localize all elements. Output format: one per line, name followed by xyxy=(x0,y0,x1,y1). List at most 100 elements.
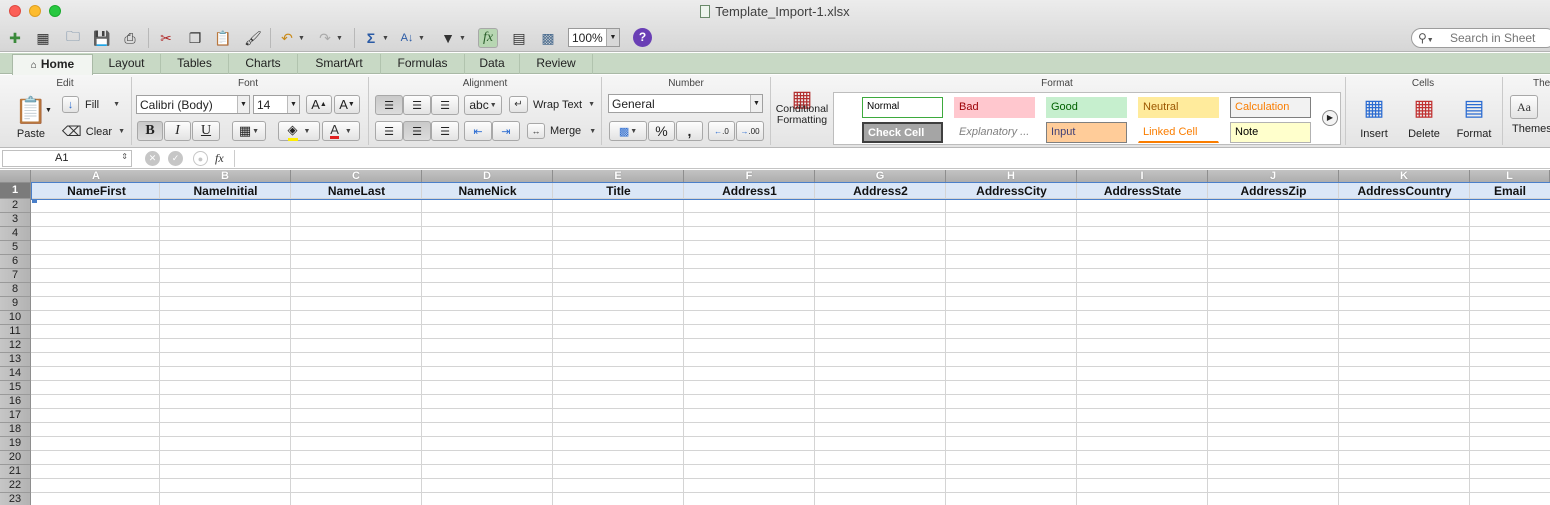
format-cells-button[interactable]: ▤ Format xyxy=(1450,95,1498,140)
underline-button[interactable]: U xyxy=(192,121,220,141)
tab-data[interactable]: Data xyxy=(465,54,520,74)
row-header-20[interactable]: 20 xyxy=(0,451,31,465)
row-header-10[interactable]: 10 xyxy=(0,311,31,325)
align-bottom-button[interactable]: ☰ xyxy=(431,95,459,115)
fill-color-button[interactable]: ◈ ▼ xyxy=(278,121,320,141)
cell-style-check-cell[interactable]: Check Cell xyxy=(862,122,943,143)
tab-review[interactable]: Review xyxy=(520,54,593,74)
spreadsheet-grid[interactable]: ABCDEFGHIJKL 1 2 3 4 5 6 7 8 9 10 11 12 13 14 15 16 17 18… xyxy=(0,170,1550,505)
cell-style-normal[interactable]: Normal xyxy=(862,97,943,118)
tab-home[interactable]: ⌂ Home xyxy=(12,54,93,75)
gallery-scroll-button[interactable]: ▶ xyxy=(1322,110,1338,126)
save-button[interactable]: 💾 xyxy=(92,27,112,49)
paste-toolbar-button[interactable]: 📋 xyxy=(213,27,233,49)
row-header-6[interactable]: 6 xyxy=(0,255,31,269)
paste-button[interactable]: 📋 Paste xyxy=(10,95,52,140)
row-header-17[interactable]: 17 xyxy=(0,409,31,423)
increase-indent-button[interactable]: ⇥ xyxy=(492,121,520,141)
row-header-14[interactable]: 14 xyxy=(0,367,31,381)
tab-layout[interactable]: Layout xyxy=(93,54,161,74)
undo-button[interactable]: ↶ ▼ xyxy=(277,27,305,49)
copy-button[interactable]: ❐ xyxy=(185,27,205,49)
orientation-button[interactable]: abc ▼ xyxy=(464,95,502,115)
bold-button[interactable]: B xyxy=(137,121,163,141)
align-right-button[interactable]: ☰ xyxy=(431,121,459,141)
comma-style-button[interactable]: , xyxy=(676,121,703,141)
borders-button[interactable]: ▦ ▼ xyxy=(232,121,266,141)
print-button[interactable]: ⎙ xyxy=(120,27,140,49)
cell-style-input[interactable]: Input xyxy=(1046,122,1127,143)
font-name-select[interactable]: Calibri (Body) ▼ xyxy=(136,95,250,114)
accept-formula-button[interactable]: ✓ xyxy=(168,151,183,166)
zoom-select[interactable]: 100% ▼ xyxy=(568,28,620,47)
sort-button[interactable]: A↓ ▼ xyxy=(397,27,425,49)
new-workbook-button[interactable]: ✚ xyxy=(5,27,25,49)
formula-palette-button[interactable]: ● xyxy=(193,151,208,166)
formula-builder-button[interactable]: fx xyxy=(478,27,498,49)
row-header-21[interactable]: 21 xyxy=(0,465,31,479)
cancel-formula-button[interactable]: ✕ xyxy=(145,151,160,166)
format-painter-button[interactable]: 🖌 xyxy=(243,27,263,49)
autosum-button[interactable]: Σ ▼ xyxy=(361,27,389,49)
row-header-3[interactable]: 3 xyxy=(0,213,31,227)
name-box[interactable]: A1 ⇕ xyxy=(2,150,132,167)
row-header-4[interactable]: 4 xyxy=(0,227,31,241)
fill-button[interactable]: ↓ Fill ▼ xyxy=(62,96,120,113)
tab-charts[interactable]: Charts xyxy=(229,54,298,74)
row-header-11[interactable]: 11 xyxy=(0,325,31,339)
row-header-18[interactable]: 18 xyxy=(0,423,31,437)
row-header-23[interactable]: 23 xyxy=(0,493,31,505)
media-browser-button[interactable]: ▩ xyxy=(538,27,558,49)
tab-smartart[interactable]: SmartArt xyxy=(298,54,381,74)
delete-cells-button[interactable]: ▦ Delete xyxy=(1400,95,1448,140)
show-formatting-palette-button[interactable]: ▤ xyxy=(509,27,529,49)
font-color-button[interactable]: A ▼ xyxy=(322,121,360,141)
increase-decimal-button[interactable]: ← .0 xyxy=(708,121,735,141)
align-middle-button[interactable]: ☰ xyxy=(403,95,431,115)
cell-style-explanatory[interactable]: Explanatory ... xyxy=(954,122,1035,143)
cell-style-good[interactable]: Good xyxy=(1046,97,1127,118)
font-size-select[interactable]: 14 ▼ xyxy=(253,95,300,114)
merge-button[interactable]: ↔ Merge ▼ xyxy=(527,123,596,139)
row-header-19[interactable]: 19 xyxy=(0,437,31,451)
conditional-formatting-button[interactable]: ▦ Conditional Formatting xyxy=(772,88,832,126)
cell-style-bad[interactable]: Bad xyxy=(954,97,1035,118)
row-header-13[interactable]: 13 xyxy=(0,353,31,367)
row-header-12[interactable]: 12 xyxy=(0,339,31,353)
tab-formulas[interactable]: Formulas xyxy=(381,54,465,74)
redo-button[interactable]: ↷ ▼ xyxy=(315,27,343,49)
filter-button[interactable]: ▼ ▼ xyxy=(438,27,466,49)
fx-icon[interactable]: fx xyxy=(215,151,224,166)
row-header-15[interactable]: 15 xyxy=(0,381,31,395)
decrease-decimal-button[interactable]: → .00 xyxy=(736,121,764,141)
decrease-indent-button[interactable]: ⇤ xyxy=(464,121,492,141)
number-format-select[interactable]: General ▼ xyxy=(608,94,763,113)
wrap-text-button[interactable]: ↵ Wrap Text ▼ xyxy=(509,96,595,113)
row-header-16[interactable]: 16 xyxy=(0,395,31,409)
help-button[interactable]: ? xyxy=(633,28,652,47)
fill-handle[interactable] xyxy=(32,199,37,203)
shrink-font-button[interactable]: A ▼ xyxy=(334,95,360,114)
row-header-8[interactable]: 8 xyxy=(0,283,31,297)
align-center-button[interactable]: ☰ xyxy=(403,121,431,141)
align-left-button[interactable]: ☰ xyxy=(375,121,403,141)
accounting-format-button[interactable]: ▩ ▼ xyxy=(609,121,647,141)
row-header-1[interactable]: 1 xyxy=(0,183,31,199)
cut-button[interactable]: ✂ xyxy=(156,27,176,49)
percent-style-button[interactable]: % xyxy=(648,121,675,141)
chevron-down-icon[interactable]: ▼ xyxy=(45,107,52,114)
open-button[interactable]: 🗀 xyxy=(63,27,83,49)
insert-cells-button[interactable]: ▦ Insert xyxy=(1352,95,1396,140)
cell-style-calculation[interactable]: Calculation xyxy=(1230,97,1311,118)
row-header-9[interactable]: 9 xyxy=(0,297,31,311)
row-header-2[interactable]: 2 xyxy=(0,199,31,213)
clear-button[interactable]: ⌫ Clear ▼ xyxy=(62,123,125,140)
italic-button[interactable]: I xyxy=(164,121,191,141)
themes-button[interactable]: Aa Themes xyxy=(1510,95,1550,135)
formula-input[interactable] xyxy=(234,150,1544,167)
row-header-5[interactable]: 5 xyxy=(0,241,31,255)
cell-style-note[interactable]: Note xyxy=(1230,122,1311,143)
tab-tables[interactable]: Tables xyxy=(161,54,229,74)
row-header-22[interactable]: 22 xyxy=(0,479,31,493)
select-all-button[interactable] xyxy=(0,170,31,183)
